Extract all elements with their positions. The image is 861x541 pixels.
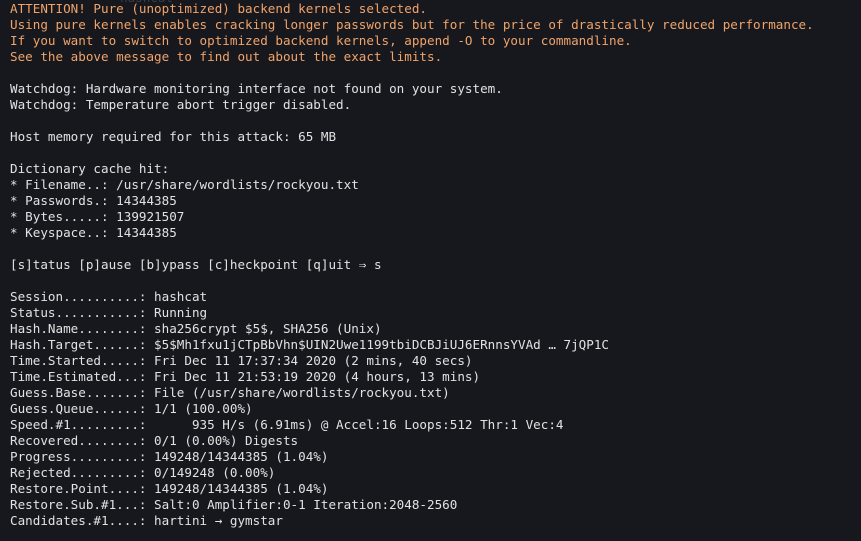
interactive-prompt-line[interactable]: [s]tatus [p]ause [b]ypass [c]heckpoint [… [10,257,861,273]
scrolled-prompt-remnant: hashcat [120,0,173,6]
watchdog-hardware-line: Watchdog: Hardware monitoring interface … [10,81,503,96]
warning-line-pure-kernels: Using pure kernels enables cracking long… [10,17,814,32]
status-rejected-line: Rejected.........: 0/149248 (0.00%) [10,465,276,480]
status-hash-name-line: Hash.Name........: sha256crypt $5$, SHA2… [10,321,382,336]
status-hash-target-line: Hash.Target......: $5$Mh1fxu1jCTpBbVhn$U… [10,337,609,352]
status-candidates-line: Candidates.#1....: hartini → gymstar [10,513,283,528]
status-guess-base-line: Guess.Base.......: File (/usr/share/word… [10,385,450,400]
status-time-estimated-line: Time.Estimated...: Fri Dec 11 21:53:19 2… [10,369,481,384]
watchdog-temperature-line: Watchdog: Temperature abort trigger disa… [10,97,352,112]
dictionary-filename-line: * Filename..: /usr/share/wordlists/rocky… [10,177,359,192]
dictionary-bytes-line: * Bytes.....: 139921507 [10,209,185,224]
warning-line-limits: See the above message to find out about … [10,49,443,64]
status-speed-line: Speed.#1.........: 935 H/s (6.91ms) @ Ac… [10,417,564,432]
status-restore-sub-line: Restore.Sub.#1...: Salt:0 Amplifier:0-1 … [10,497,458,512]
dictionary-passwords-line: * Passwords.: 14344385 [10,193,177,208]
status-restore-point-line: Restore.Point....: 149248/14344385 (1.04… [10,481,329,496]
status-recovered-line: Recovered........: 0/1 (0.00%) Digests [10,433,299,448]
status-guess-queue-line: Guess.Queue......: 1/1 (100.00%) [10,401,253,416]
host-memory-line: Host memory required for this attack: 65… [10,129,337,144]
dictionary-cache-heading: Dictionary cache hit: [10,161,170,176]
status-progress-line: Progress.........: 149248/14344385 (1.04… [10,449,329,464]
dictionary-keyspace-line: * Keyspace..: 14344385 [10,225,177,240]
status-status-line: Status...........: Running [10,305,208,320]
status-time-started-line: Time.Started.....: Fri Dec 11 17:37:34 2… [10,353,473,368]
terminal-window[interactable]: hashcat ATTENTION! Pure (unoptimized) ba… [0,0,861,541]
warning-line-optimized-hint: If you want to switch to optimized backe… [10,33,632,48]
status-session-line: Session..........: hashcat [10,289,208,304]
